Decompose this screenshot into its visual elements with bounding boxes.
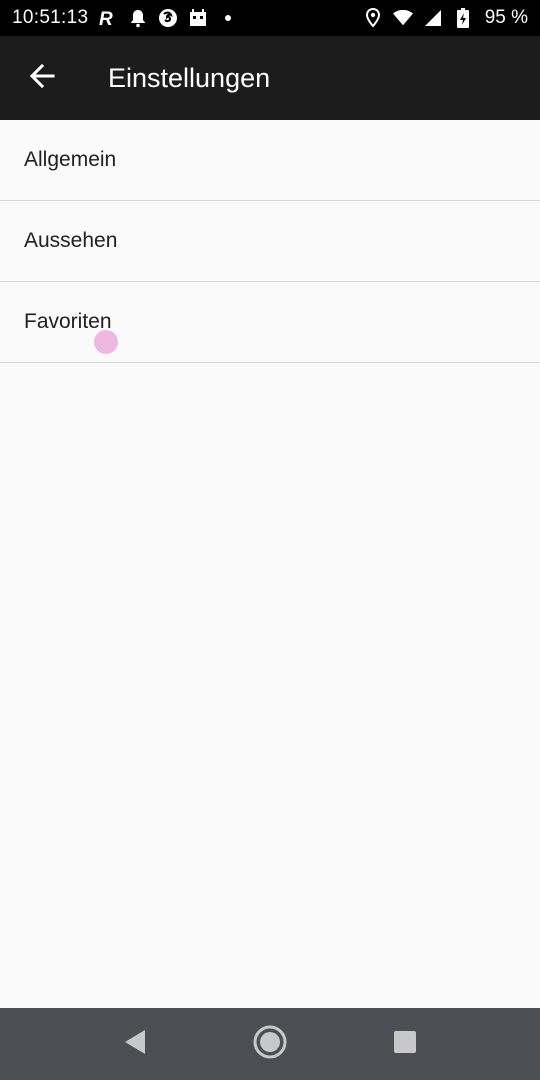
status-left: 10:51:13 R [12,7,238,29]
r-app-icon: R [98,8,118,28]
arrow-back-icon [29,63,55,94]
firefox-icon [158,8,178,28]
page-title: Einstellungen [108,62,271,93]
nav-back-button[interactable] [68,1008,203,1080]
status-right: 95 % [363,7,528,29]
svg-text:R: R [99,9,113,28]
navigation-bar [0,1008,540,1080]
settings-list: Allgemein Aussehen Favoriten [0,120,540,363]
signal-icon [423,8,443,28]
nav-recents-button[interactable] [338,1008,473,1080]
settings-item-favoriten[interactable]: Favoriten [0,282,540,363]
battery-percentage: 95 % [484,7,528,28]
status-time: 10:51:13 [12,7,89,28]
battery-icon [453,8,473,28]
back-button[interactable] [0,36,84,120]
settings-item-label: Aussehen [24,229,118,252]
robot-icon [188,8,208,28]
dot-icon [218,8,238,28]
wifi-icon [392,8,413,28]
recents-square-icon [393,1030,417,1059]
settings-item-label: Allgemein [24,148,117,171]
nav-home-button[interactable] [203,1008,338,1080]
back-triangle-icon [123,1029,147,1060]
home-circle-icon [253,1025,287,1064]
bell-icon [128,8,148,28]
app-toolbar: Einstellungen [0,36,540,120]
settings-item-label: Favoriten [24,310,112,333]
settings-item-aussehen[interactable]: Aussehen [0,201,540,282]
settings-item-allgemein[interactable]: Allgemein [0,120,540,201]
location-icon [363,8,383,28]
touch-indicator [94,330,118,354]
status-bar: 10:51:13 R 95 % [0,0,540,36]
